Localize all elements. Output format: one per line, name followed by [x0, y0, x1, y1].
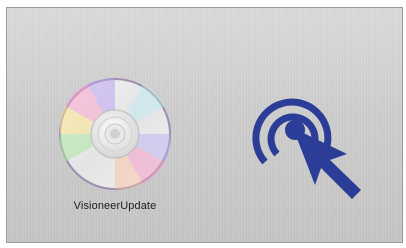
- click-pointer: [243, 84, 373, 204]
- installer-background: VisioneerUpdate: [6, 7, 403, 243]
- installer-item[interactable]: VisioneerUpdate: [53, 76, 177, 212]
- installer-label[interactable]: VisioneerUpdate: [74, 200, 157, 212]
- click-pointer-icon: [252, 98, 361, 199]
- disc-icon[interactable]: [57, 76, 173, 192]
- installer-window: VisioneerUpdate: [0, 0, 406, 248]
